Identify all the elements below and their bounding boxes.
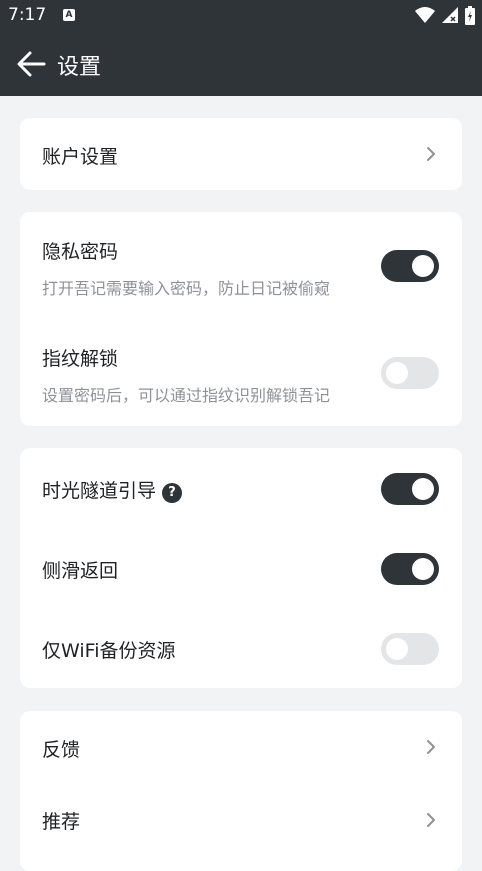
toggle-knob (386, 362, 408, 384)
fingerprint-unlock-label: 指纹解锁 (42, 348, 119, 370)
swipe-back-toggle[interactable] (381, 553, 439, 585)
privacy-password-label: 隐私密码 (42, 241, 119, 263)
time-tunnel-guide-label-wrap: 时光隧道引导? (42, 476, 183, 503)
signal-icon (441, 7, 458, 23)
privacy-password-toggle[interactable] (381, 250, 439, 282)
time-tunnel-guide-item: 时光隧道引导? (20, 448, 462, 528)
settings-group-feedback: 反馈 推荐 (20, 711, 462, 871)
chevron-right-icon (427, 147, 435, 161)
wifi-only-backup-toggle[interactable] (381, 633, 439, 665)
arrow-left-icon[interactable] (16, 50, 46, 78)
recommend-item[interactable]: 推荐 (20, 783, 462, 855)
feedback-item[interactable]: 反馈 (20, 711, 462, 783)
wifi-icon (414, 7, 435, 23)
status-bar: 7:17 A (0, 0, 482, 32)
privacy-password-item: 隐私密码 打开吾记需要输入密码，防止日记被偷窥 (20, 212, 462, 319)
time-tunnel-guide-label: 时光隧道引导 (42, 480, 157, 502)
fingerprint-unlock-description: 设置密码后，可以通过指纹识别解锁吾记 (42, 386, 331, 405)
account-settings-item[interactable]: 账户设置 (20, 118, 462, 190)
wifi-only-backup-item: 仅WiFi备份资源 (20, 608, 462, 688)
page-title: 设置 (57, 55, 102, 80)
wifi-only-backup-label: 仅WiFi备份资源 (42, 640, 176, 662)
toggle-knob (412, 478, 434, 500)
time-tunnel-guide-toggle[interactable] (381, 473, 439, 505)
account-settings-label: 账户设置 (42, 146, 119, 168)
battery-icon (465, 6, 475, 25)
recommend-label: 推荐 (42, 811, 81, 833)
toggle-knob (412, 255, 434, 277)
fingerprint-unlock-toggle[interactable] (381, 357, 439, 389)
swipe-back-label: 侧滑返回 (42, 560, 119, 582)
toggle-knob (412, 558, 434, 580)
text-icon: A (63, 9, 75, 21)
feedback-label: 反馈 (42, 739, 81, 761)
app-bar: 设置 (0, 32, 482, 96)
settings-group-privacy: 隐私密码 打开吾记需要输入密码，防止日记被偷窥 指纹解锁 设置密码后，可以通过指… (20, 212, 462, 426)
fingerprint-unlock-item: 指纹解锁 设置密码后，可以通过指纹识别解锁吾记 (20, 319, 462, 426)
status-icons (414, 6, 476, 26)
help-icon[interactable]: ? (162, 483, 183, 503)
swipe-back-item: 侧滑返回 (20, 528, 462, 608)
chevron-right-icon (427, 813, 435, 827)
settings-group-account: 账户设置 (20, 118, 462, 190)
status-time: 7:17 (8, 5, 47, 25)
toggle-knob (386, 638, 408, 660)
settings-group-general: 时光隧道引导? 侧滑返回 仅WiFi备份资源 (20, 448, 462, 688)
chevron-right-icon (427, 740, 435, 754)
privacy-password-description: 打开吾记需要输入密码，防止日记被偷窥 (42, 279, 331, 298)
